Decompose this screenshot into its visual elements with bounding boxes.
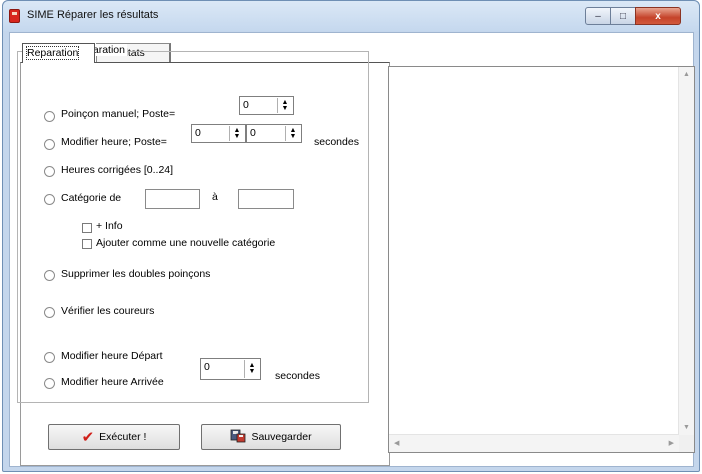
scrollbar-corner — [679, 435, 694, 452]
categorie-to-input[interactable] — [238, 189, 294, 209]
scroll-right-icon[interactable]: ▶ — [669, 439, 674, 447]
save-icon — [230, 428, 246, 447]
radio-modifier-arrivee[interactable] — [44, 378, 55, 389]
categorie-from-input[interactable] — [145, 189, 200, 209]
execute-button[interactable]: ✔ Exécuter ! — [48, 424, 180, 450]
vertical-scrollbar[interactable]: ▲ ▼ — [678, 67, 694, 435]
modifier-seconds-spinner[interactable]: 0 ▲ ▼ — [246, 124, 302, 143]
close-button[interactable]: x — [635, 7, 681, 25]
minimize-button[interactable]: – — [585, 7, 611, 25]
secondes-label: secondes — [314, 136, 359, 148]
verifier-label: Vérifier les coureurs — [61, 305, 155, 317]
modifier-sec-value: 0 — [250, 127, 256, 139]
execute-label: Exécuter ! — [99, 431, 147, 443]
app-icon[interactable] — [9, 9, 20, 23]
poincon-value: 0 — [243, 99, 249, 111]
radio-heures-corrigees[interactable] — [44, 166, 55, 177]
save-label: Sauvegarder — [251, 431, 312, 443]
window-title: SIME Réparer les résultats — [27, 9, 159, 21]
horizontal-scrollbar[interactable]: ◀ ▶ — [389, 434, 679, 452]
checkbox-plus-info[interactable] — [82, 223, 92, 233]
depart-label: Modifier heure Départ — [61, 350, 163, 362]
spinner-arrows-icon[interactable]: ▲ ▼ — [277, 98, 292, 113]
close-icon: x — [655, 10, 661, 22]
heures-label: Heures corrigées [0..24] — [61, 164, 174, 176]
heure-offset-value: 0 — [204, 361, 210, 373]
tab-reparation[interactable]: Reparation — [22, 43, 95, 63]
modifier-label: Modifier heure; Poste= — [61, 136, 167, 148]
modifier-poste-value: 0 — [195, 127, 201, 139]
arrivee-label: Modifier heure Arrivée — [61, 376, 164, 388]
title-bar[interactable]: SIME Réparer les résultats – □ x — [3, 1, 699, 31]
checkbox-ajouter-categorie[interactable] — [82, 239, 92, 249]
save-button[interactable]: Sauvegarder — [201, 424, 341, 450]
maximize-icon: □ — [619, 10, 627, 22]
categorie-label: Catégorie de — [61, 192, 122, 204]
maximize-button[interactable]: □ — [610, 7, 636, 25]
radio-categorie[interactable] — [44, 194, 55, 205]
scroll-left-icon[interactable]: ◀ — [394, 439, 399, 447]
radio-verifier-coureurs[interactable] — [44, 307, 55, 318]
ajouter-label: Ajouter comme une nouvelle catégorie — [96, 237, 276, 249]
spinner-arrows-icon[interactable]: ▲ ▼ — [285, 126, 300, 141]
heure-secondes-label: secondes — [275, 370, 320, 382]
minimize-icon: – — [595, 10, 601, 22]
scroll-down-icon[interactable]: ▼ — [683, 424, 690, 431]
save-icon-graphic — [231, 429, 246, 442]
modifier-poste-spinner[interactable]: 0 ▲ ▼ — [191, 124, 246, 143]
radio-modifier-heure[interactable] — [44, 139, 55, 150]
checkmark-icon: ✔ — [81, 429, 95, 446]
poincon-poste-spinner[interactable]: 0 ▲ ▼ — [239, 96, 294, 115]
poincon-label: Poinçon manuel; Poste= — [61, 108, 176, 120]
spinner-arrows-icon[interactable]: ▲ ▼ — [229, 126, 244, 141]
supprimer-label: Supprimer les doubles poinçons — [61, 268, 211, 280]
tab-label: Reparation — [25, 46, 80, 60]
heure-offset-spinner[interactable]: 0 ▲ ▼ — [200, 358, 261, 380]
radio-poincon-manuel[interactable] — [44, 111, 55, 122]
results-listbox[interactable]: ▲ ▼ ◀ ▶ — [388, 66, 695, 453]
spinner-arrows-icon[interactable]: ▲ ▼ — [244, 360, 259, 378]
scroll-up-icon[interactable]: ▲ — [683, 71, 690, 78]
radio-supprimer-doubles[interactable] — [44, 270, 55, 281]
plus-info-label: + Info — [96, 220, 123, 232]
radio-modifier-depart[interactable] — [44, 352, 55, 363]
categorie-a-label: à — [212, 191, 218, 203]
